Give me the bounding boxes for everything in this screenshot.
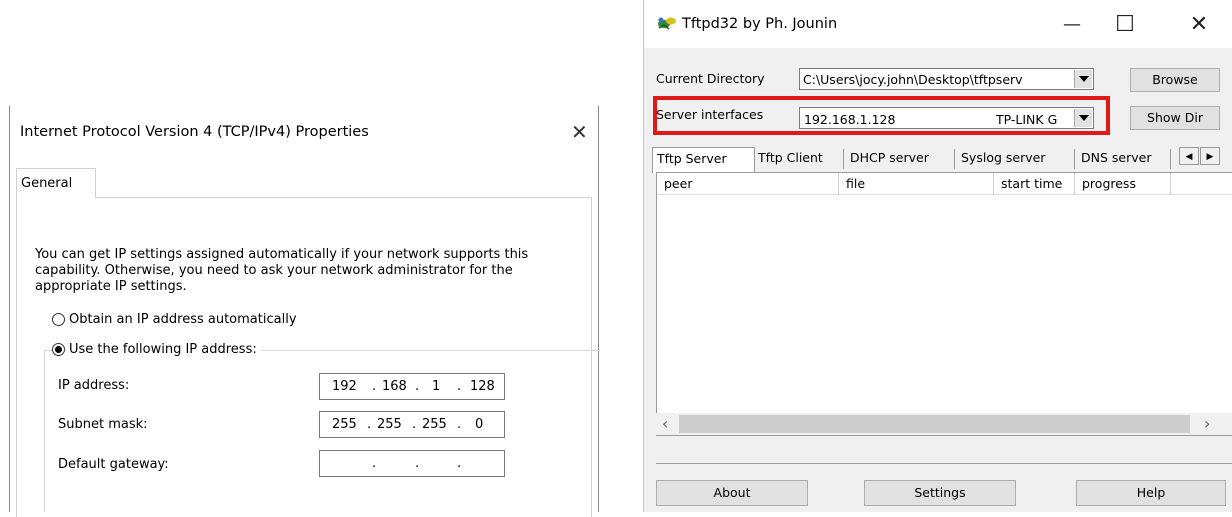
scrollbar-thumb[interactable] xyxy=(679,415,1190,433)
current-directory-label: Current Directory xyxy=(656,71,765,86)
column-extra[interactable] xyxy=(1171,173,1232,195)
tab-scroll-right-icon[interactable]: ▶ xyxy=(1200,147,1220,165)
maximize-icon[interactable]: ☐ xyxy=(1102,8,1148,42)
ip-octet-3[interactable]: 1 xyxy=(432,379,440,394)
radio-auto-label: Obtain an IP address automatically xyxy=(69,312,297,327)
scroll-left-icon[interactable]: ‹ xyxy=(662,414,668,433)
help-button[interactable]: Help xyxy=(1076,480,1226,506)
mask-octet-3[interactable]: 255 xyxy=(422,417,447,432)
radio-obtain-ip-automatically[interactable]: Obtain an IP address automatically xyxy=(52,312,297,327)
dialog-description: You can get IP settings assigned automat… xyxy=(35,247,529,294)
tab-general[interactable]: General xyxy=(16,168,96,198)
horizontal-scrollbar[interactable]: ‹ › xyxy=(656,413,1232,435)
ip-dot: . xyxy=(457,417,462,432)
ip-dot: . xyxy=(457,456,462,471)
ip-dot: . xyxy=(415,379,420,394)
current-directory-combo[interactable]: C:\Users\jocy.john\Desktop\tftpserv xyxy=(799,68,1094,90)
show-dir-button[interactable]: Show Dir xyxy=(1130,106,1220,130)
ip-dot: . xyxy=(457,379,462,394)
scroll-right-icon[interactable]: › xyxy=(1204,414,1210,433)
ip-octet-4[interactable]: 128 xyxy=(470,379,495,394)
tab-dhcp-server[interactable]: DHCP server xyxy=(846,147,929,171)
close-icon[interactable]: ✕ xyxy=(1176,8,1222,42)
ip-octet-2[interactable]: 168 xyxy=(382,379,407,394)
ip-octet-1[interactable]: 192 xyxy=(332,379,357,394)
ip-address-label: IP address: xyxy=(58,378,130,393)
mask-octet-2[interactable]: 255 xyxy=(377,417,402,432)
default-gateway-label: Default gateway: xyxy=(58,457,169,472)
default-gateway-field[interactable]: . . . xyxy=(319,450,505,477)
tab-tftp-client[interactable]: Tftp Client xyxy=(754,147,823,171)
ip-address-field[interactable]: 192 . 168 . 1 . 128 xyxy=(319,373,505,400)
tab-scroll-left-icon[interactable]: ◀ xyxy=(1179,147,1199,165)
mask-octet-1[interactable]: 255 xyxy=(332,417,357,432)
tab-strip: Tftp Server Tftp Client DHCP server Sysl… xyxy=(652,147,1226,173)
radio-manual-label: Use the following IP address: xyxy=(69,342,257,357)
settings-button[interactable]: Settings xyxy=(864,480,1016,506)
radio-use-following-ip[interactable]: Use the following IP address: xyxy=(52,342,261,357)
ip-dot: . xyxy=(372,379,377,394)
column-start-time[interactable]: start time xyxy=(994,173,1075,195)
column-progress[interactable]: progress xyxy=(1075,173,1171,195)
minimize-icon[interactable]: — xyxy=(1049,8,1095,42)
divider xyxy=(656,463,1232,464)
radio-unselected-icon xyxy=(52,313,65,326)
column-file[interactable]: file xyxy=(839,173,994,195)
about-button[interactable]: About xyxy=(656,480,808,506)
current-directory-value: C:\Users\jocy.john\Desktop\tftpserv xyxy=(803,72,1023,87)
radio-selected-icon xyxy=(52,343,65,356)
window-title: Tftpd32 by Ph. Jounin xyxy=(682,16,838,32)
ip-dot: . xyxy=(412,417,417,432)
tftpd32-app-icon xyxy=(656,12,678,34)
tab-tftp-server[interactable]: Tftp Server xyxy=(652,147,755,173)
ip-dot: . xyxy=(415,456,420,471)
tab-dns-server[interactable]: DNS server xyxy=(1077,147,1151,171)
subnet-mask-field[interactable]: 255 . 255 . 255 . 0 xyxy=(319,411,505,438)
browse-button[interactable]: Browse xyxy=(1130,68,1220,92)
close-icon[interactable]: ✕ xyxy=(571,120,588,144)
transfers-list[interactable]: peer file start time progress xyxy=(656,172,1232,436)
ip-dot: . xyxy=(367,417,372,432)
ip-dot: . xyxy=(372,456,377,471)
column-peer[interactable]: peer xyxy=(657,173,839,195)
chevron-down-icon[interactable] xyxy=(1074,70,1092,88)
tab-syslog-server[interactable]: Syslog server xyxy=(957,147,1045,171)
subnet-mask-label: Subnet mask: xyxy=(58,417,148,432)
mask-octet-4[interactable]: 0 xyxy=(475,417,483,432)
highlight-box xyxy=(653,96,1110,135)
dialog-title: Internet Protocol Version 4 (TCP/IPv4) P… xyxy=(20,124,369,140)
tftpd32-window: Tftpd32 by Ph. Jounin — ☐ ✕ Current Dire… xyxy=(643,0,1232,512)
